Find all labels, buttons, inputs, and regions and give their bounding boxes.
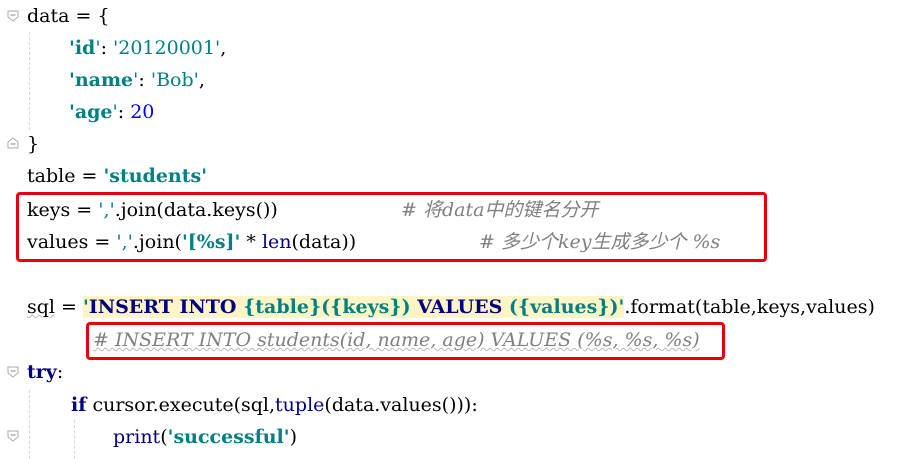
builtin-function: tuple: [275, 394, 325, 416]
code-text: }: [27, 133, 40, 155]
keyword: try: [27, 361, 57, 383]
sql-string-highlight: 'INSERT INTO {table}({keys}) VALUES ({va…: [83, 296, 625, 318]
sql-placeholder: {table}({keys}): [243, 296, 418, 318]
code-text: .join(: [132, 231, 182, 253]
code-text: data = {: [27, 5, 110, 27]
code-text: cursor.execute(sql,: [86, 394, 276, 416]
sql-keyword: VALUES: [417, 296, 509, 318]
code-text: (data.values())):: [324, 394, 478, 416]
code-comment: # 多少个key生成多少个 %s: [479, 231, 721, 253]
editor-gutter: [0, 0, 22, 459]
fold-open-icon[interactable]: [7, 10, 19, 22]
code-text: keys =: [27, 199, 99, 221]
code-text: ,: [220, 37, 227, 59]
code-line-4[interactable]: 'age': 20: [69, 96, 154, 128]
code-line-7[interactable]: keys = ','.join(data.keys()) # 将data中的键名分…: [27, 194, 598, 226]
code-line-1[interactable]: data = {: [27, 0, 110, 32]
sql-placeholder: ({values}): [508, 296, 619, 318]
code-text: *: [240, 231, 262, 253]
code-line-3[interactable]: 'name': 'Bob',: [69, 64, 205, 96]
code-comment: # 将data中的键名分开: [401, 199, 599, 221]
code-text: values =: [27, 231, 117, 253]
sql-keyword: INSERT INTO: [88, 296, 244, 318]
number-literal: 20: [130, 101, 155, 123]
code-text: .join(data.keys()): [114, 199, 278, 221]
indent-guide: [29, 32, 30, 130]
code-text: (data)): [291, 231, 357, 253]
string-literal: '20120001': [113, 37, 221, 59]
code-line-11[interactable]: try:: [27, 356, 63, 388]
builtin-function: len: [261, 231, 292, 253]
code-text: :: [100, 37, 114, 59]
dict-key: id: [74, 37, 96, 59]
indent-guide: [29, 390, 30, 459]
string-literal: ',': [98, 199, 115, 221]
code-text: ): [289, 426, 298, 448]
variable-name: sql: [27, 296, 55, 318]
string-literal: 'students': [103, 165, 208, 187]
fold-open-icon[interactable]: [7, 366, 19, 378]
code-text: :: [138, 69, 151, 91]
dict-key: name: [74, 69, 134, 91]
indent-guide: [74, 420, 75, 459]
code-line-12[interactable]: if cursor.execute(sql,tuple(data.values(…: [71, 389, 478, 421]
fold-open-icon[interactable]: [7, 430, 19, 442]
code-text: table =: [27, 165, 104, 187]
fold-close-icon[interactable]: [7, 137, 19, 149]
code-text: :: [117, 101, 131, 123]
code-line-5[interactable]: }: [27, 128, 39, 160]
code-comment: # INSERT INTO students(id, name, age) VA…: [93, 329, 700, 351]
code-text: (: [160, 426, 168, 448]
keyword: if: [71, 394, 87, 416]
code-text: :: [56, 361, 64, 383]
string-literal: 'successful': [167, 426, 290, 448]
string-literal: '[%s]': [181, 231, 241, 253]
string-literal: 'Bob': [150, 69, 199, 91]
dict-key: age: [74, 101, 113, 123]
code-line-10[interactable]: # INSERT INTO students(id, name, age) VA…: [93, 324, 700, 356]
code-line-13[interactable]: print('successful'): [113, 421, 297, 453]
code-line-2[interactable]: 'id': '20120001',: [69, 32, 226, 64]
code-text: ,: [198, 69, 205, 91]
code-text: =: [55, 296, 83, 318]
string-literal: ',': [116, 231, 133, 253]
builtin-function: print: [113, 426, 161, 448]
code-line-9[interactable]: sql = 'INSERT INTO {table}({keys}) VALUE…: [27, 291, 875, 323]
code-line-6[interactable]: table = 'students': [27, 160, 207, 192]
code-line-8[interactable]: values = ','.join('[%s]' * len(data)) # 多…: [27, 226, 720, 258]
code-text: .format(table,keys,values): [624, 296, 875, 318]
